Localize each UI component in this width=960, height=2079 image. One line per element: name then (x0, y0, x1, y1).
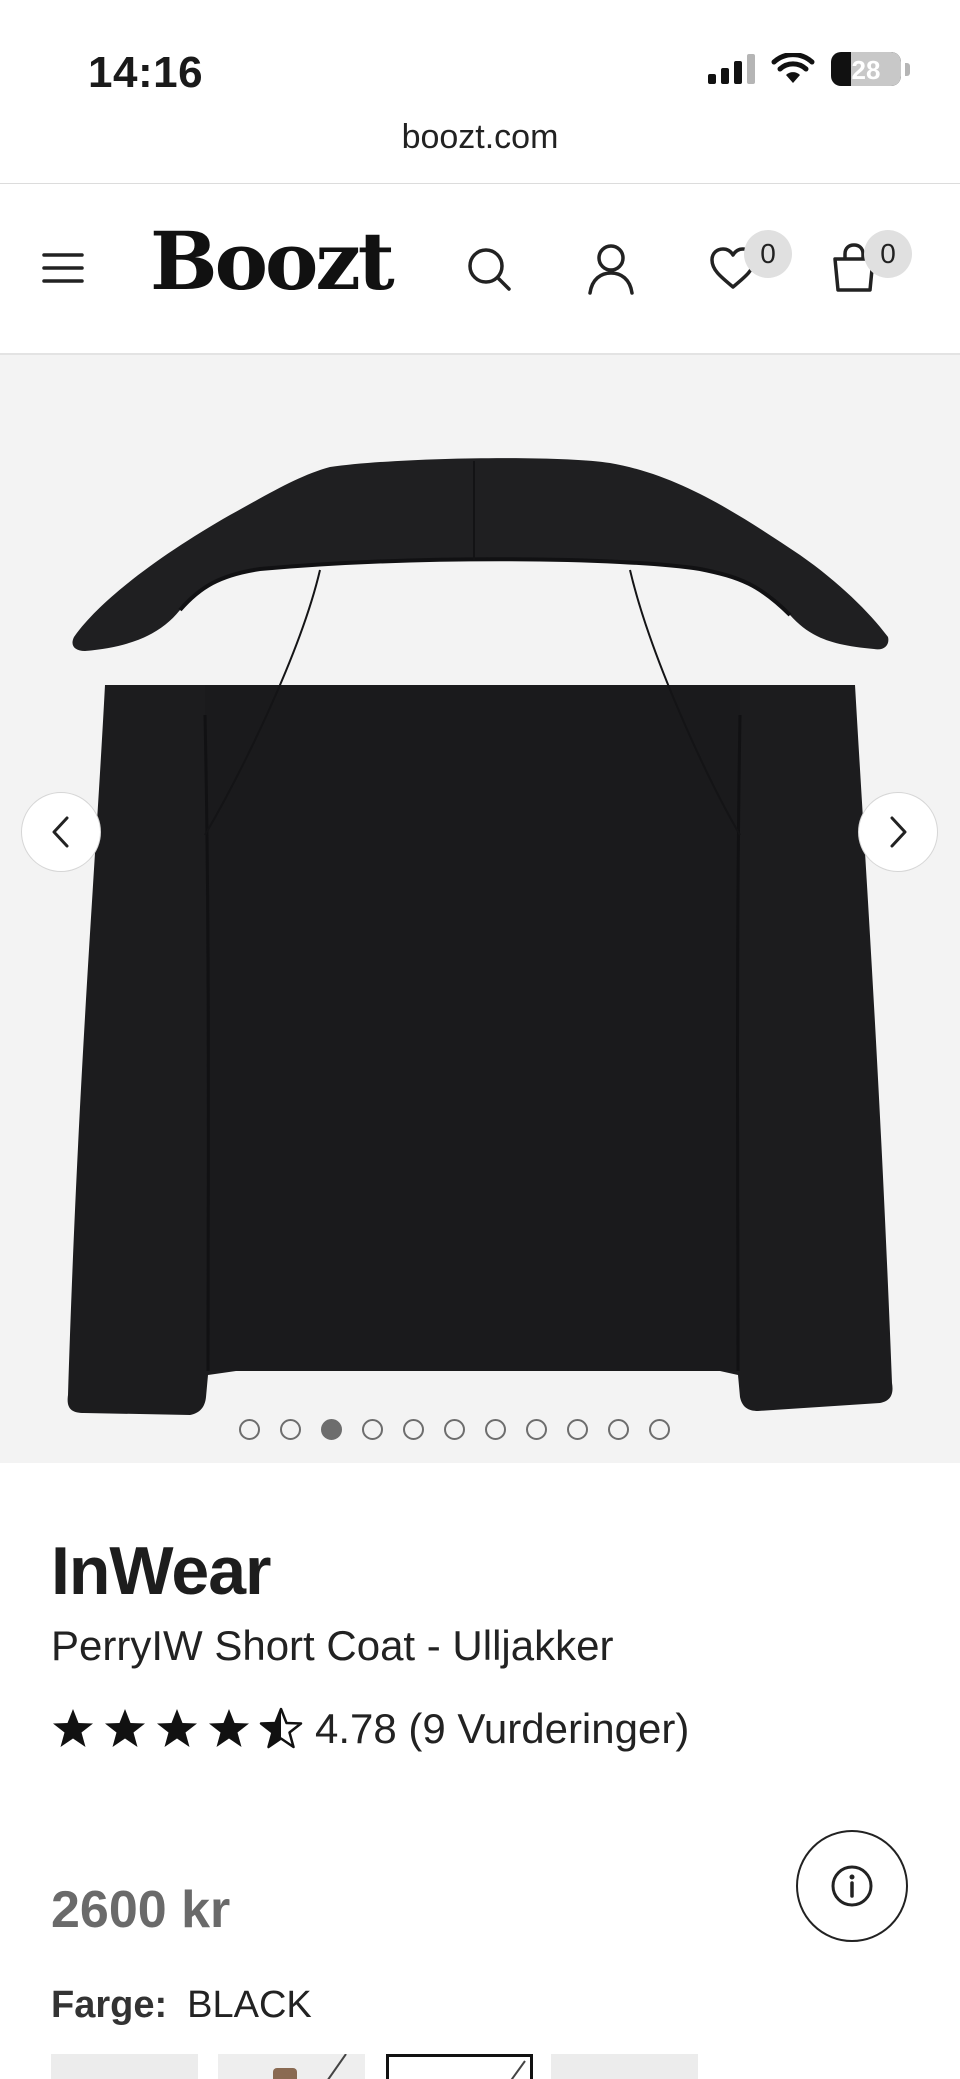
color-swatch[interactable] (551, 2054, 698, 2079)
product-price: 2600 kr (51, 1881, 231, 1939)
color-row: Farge: BLACK (51, 1984, 312, 2027)
chevron-left-icon (52, 816, 69, 848)
gallery-dot[interactable] (648, 1419, 670, 1440)
account-icon[interactable] (584, 240, 638, 298)
rating-stars (51, 1707, 303, 1751)
gallery-dot[interactable] (320, 1419, 342, 1440)
info-icon (831, 1865, 873, 1907)
star-full-icon (53, 1709, 93, 1747)
chevron-right-icon (890, 816, 907, 848)
color-value: BLACK (187, 1984, 312, 2026)
star-full-icon (105, 1709, 145, 1747)
gallery-dot[interactable] (443, 1419, 465, 1440)
color-swatch[interactable] (51, 2054, 198, 2079)
product-image-coat (67, 458, 893, 1415)
site-logo[interactable]: Boozt (150, 214, 395, 308)
star-full-icon (209, 1709, 249, 1747)
battery-icon: 28 (831, 52, 901, 86)
cart-count-badge: 0 (864, 230, 912, 278)
gallery-dot[interactable] (607, 1419, 629, 1440)
status-indicators: 28 (708, 52, 910, 86)
product-name: PerryIW Short Coat - Ulljakker (51, 1622, 614, 1669)
battery-tip (905, 62, 910, 76)
url-bar[interactable]: boozt.com (0, 118, 960, 184)
site-header: Boozt 0 0 (0, 184, 960, 354)
gallery-dot[interactable] (402, 1419, 424, 1440)
color-swatch-selected[interactable] (386, 2054, 533, 2079)
star-full-icon (157, 1709, 197, 1747)
menu-icon[interactable] (38, 246, 88, 290)
wifi-icon (771, 53, 815, 83)
product-rating[interactable]: 4.78 (9 Vurderinger) (51, 1705, 689, 1753)
rating-text: 4.78 (9 Vurderinger) (315, 1705, 690, 1752)
gallery-dot[interactable] (525, 1419, 547, 1440)
star-half-icon (259, 1707, 303, 1749)
gallery-dot[interactable] (484, 1419, 506, 1440)
product-brand[interactable]: InWear (51, 1532, 271, 1610)
gallery-dot[interactable] (238, 1419, 260, 1440)
color-swatch[interactable] (218, 2053, 365, 2079)
gallery-dot[interactable] (361, 1419, 383, 1440)
gallery-dot[interactable] (279, 1419, 301, 1440)
battery-percent: 28 (851, 55, 881, 85)
search-icon[interactable] (462, 242, 516, 296)
url-text: boozt.com (401, 118, 559, 156)
status-bar: 14:16 28 (0, 0, 960, 118)
next-image-button[interactable] (858, 792, 938, 872)
previous-image-button[interactable] (21, 792, 101, 872)
info-button[interactable] (796, 1830, 908, 1942)
color-label: Farge: (51, 1984, 168, 2026)
product-gallery[interactable] (0, 355, 960, 1463)
gallery-dot[interactable] (566, 1419, 588, 1440)
color-swatches (51, 2053, 911, 2079)
signal-icon (708, 54, 755, 84)
wishlist-count-badge: 0 (744, 230, 792, 278)
status-time: 14:16 (88, 48, 204, 97)
gallery-pagination (0, 1419, 934, 1440)
